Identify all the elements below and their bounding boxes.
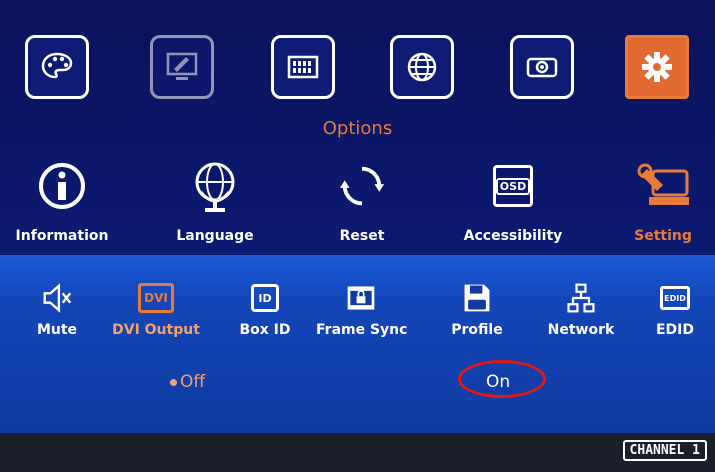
setting-label: Mute (36, 322, 78, 338)
dvi-icon: DVI (138, 283, 174, 313)
option-information[interactable]: Information (0, 158, 127, 244)
mute-icon (43, 283, 72, 313)
refresh-icon (339, 166, 385, 206)
setting-frame-sync[interactable]: Frame Sync (316, 280, 408, 338)
osd-screen: Options Information Language Reset OSD A… (0, 0, 715, 472)
options-title: Options (322, 118, 393, 139)
option-label: Setting (634, 228, 692, 244)
value-off-label: Off (180, 372, 206, 392)
display-edit-icon[interactable] (150, 35, 214, 99)
info-icon (39, 163, 85, 209)
setting-network[interactable]: Network (536, 280, 626, 338)
projector-icon[interactable] (510, 35, 574, 99)
setting-label: Network (547, 322, 615, 338)
frame-lock-icon (347, 286, 375, 310)
setting-label: Frame Sync (316, 322, 408, 338)
setting-dvi-output[interactable]: DVI DVI Output (111, 280, 201, 338)
save-icon (464, 284, 490, 312)
setting-profile[interactable]: Profile (432, 280, 522, 338)
option-language[interactable]: Language (150, 158, 280, 244)
selected-dot-icon (170, 378, 177, 386)
wrench-device-icon (637, 163, 689, 205)
value-off-option[interactable]: Off (170, 372, 205, 392)
channel-badge: CHANNEL 1 (622, 440, 707, 461)
keyboard-icon[interactable] (271, 35, 335, 99)
setting-label: Box ID (239, 322, 291, 338)
setting-mute[interactable]: Mute (12, 280, 102, 338)
osd-icon-label: OSD (495, 177, 531, 195)
option-label: Language (176, 228, 254, 244)
id-icon-label: ID (258, 291, 272, 305)
option-setting[interactable]: Setting (598, 158, 715, 244)
globe-stand-icon (195, 162, 235, 212)
option-label: Accessibility (463, 228, 563, 244)
id-icon: ID (251, 284, 279, 312)
globe-icon[interactable] (390, 35, 454, 99)
footer-bar (0, 433, 715, 472)
option-label: Reset (339, 228, 385, 244)
option-label: Information (15, 228, 109, 244)
dvi-icon-label: DVI (144, 291, 168, 305)
network-icon (567, 283, 595, 313)
option-accessibility[interactable]: OSD Accessibility (448, 158, 578, 244)
gear-icon[interactable] (625, 35, 689, 99)
osd-icon: OSD (493, 165, 533, 207)
highlight-ellipse (458, 360, 546, 398)
setting-box-id[interactable]: ID Box ID (220, 280, 310, 338)
setting-label: Profile (451, 322, 503, 338)
edid-icon: EDID (660, 286, 690, 310)
setting-edid[interactable]: EDID EDID (630, 280, 715, 338)
palette-icon[interactable] (25, 35, 89, 99)
edid-icon-label: EDID (664, 293, 686, 303)
setting-label: DVI Output (112, 322, 200, 338)
setting-label: EDID (655, 322, 694, 338)
option-reset[interactable]: Reset (297, 158, 427, 244)
